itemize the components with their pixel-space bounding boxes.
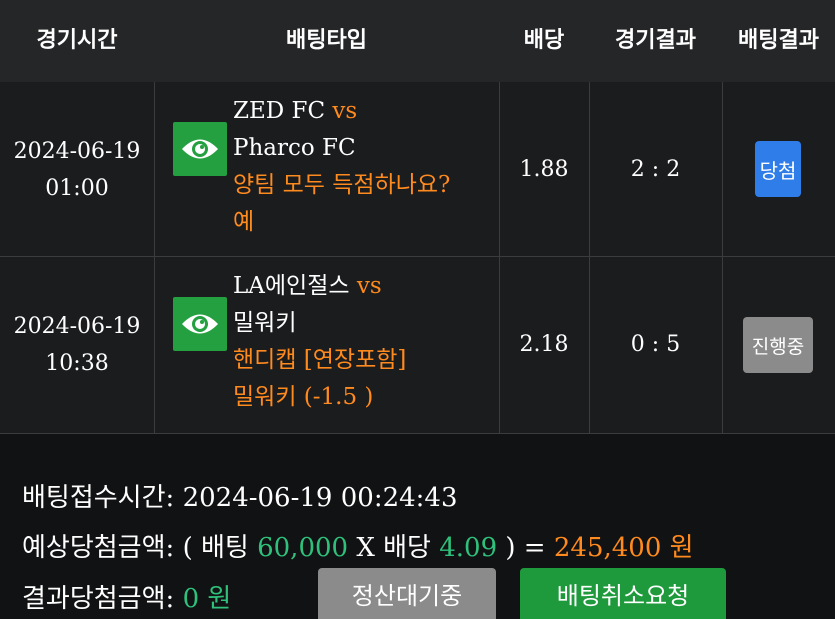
result-amount: 0 원 [182,584,232,614]
header-bet-type: 배팅타입 [286,28,367,53]
eye-icon[interactable] [173,297,227,351]
vs-label: vs [332,98,358,124]
table-header: 경기시간 배팅타입 배당 경기결과 배팅결과 [0,0,835,82]
header-bet-result: 배팅결과 [738,28,819,53]
status-badge-in-progress: 진행중 [743,317,813,373]
eye-icon[interactable] [173,122,227,176]
away-team: 밀워키 [233,310,297,336]
odds-value: 1.88 [519,157,569,182]
bet-pick: 예 [233,209,255,235]
table-row: 2024-06-19 10:38 LA에인절스 vs 밀워키 핸디캡 [연장포함… [0,257,835,432]
bet-label: 배팅 [200,533,249,563]
header-odds: 배당 [523,28,565,53]
match-date: 2024-06-19 [13,313,141,339]
bet-pick: 밀워키 (-1.5 ) [233,384,374,410]
market-name: 핸디캡 [연장포함] [233,347,407,373]
times-sign: X [356,533,375,563]
match-datetime: 2024-06-19 10:38 [0,257,154,432]
home-team: ZED FC [233,98,326,124]
match-time: 10:38 [45,350,109,376]
receipt-time-line: 배팅접수시간: 2024-06-19 00:24:43 [22,483,458,513]
cancel-bet-request-button[interactable]: 배팅취소요청 [520,568,726,619]
odds-value: 2.18 [519,332,569,357]
expected-amount: 245,400 원 [553,533,694,563]
vs-label: vs [356,273,382,299]
header-time: 경기시간 [36,28,118,53]
total-odds: 4.09 [439,533,498,563]
receipt-label: 배팅접수시간 [22,483,166,513]
expected-label: 예상당첨금액 [22,533,166,563]
bet-amount: 60,000 [257,533,349,563]
open-paren: ( [182,533,201,563]
result-payout-line: 결과당첨금액: 0 원 [22,584,232,614]
table-row: 2024-06-19 01:00 ZED FC vs Pharco FC 양팀 … [0,82,835,257]
pending-settlement-button[interactable]: 정산대기중 [318,568,496,619]
market-name: 양팀 모두 득점하나요? [233,172,451,198]
teams-line: LA에인절스 vs [233,268,382,305]
header-match-result: 경기결과 [615,28,696,53]
receipt-time: 2024-06-19 00:24:43 [182,483,458,513]
match-score: 0 : 5 [630,332,681,357]
away-team: Pharco FC [233,135,356,161]
result-label: 결과당첨금액 [22,584,166,614]
match-datetime: 2024-06-19 01:00 [0,82,154,257]
home-team: LA에인절스 [233,273,350,299]
odds-label: 배당 [383,533,431,563]
close-eq: ) = [497,533,554,563]
row-divider [0,433,835,434]
match-time: 01:00 [45,175,109,201]
expected-payout-line: 예상당첨금액: ( 배팅 60,000 X 배당 4.09 ) = 245,40… [22,533,694,563]
match-score: 2 : 2 [630,157,681,182]
teams-line: ZED FC vs [233,93,357,130]
match-date: 2024-06-19 [13,138,141,164]
status-badge-win: 당첨 [755,141,801,197]
